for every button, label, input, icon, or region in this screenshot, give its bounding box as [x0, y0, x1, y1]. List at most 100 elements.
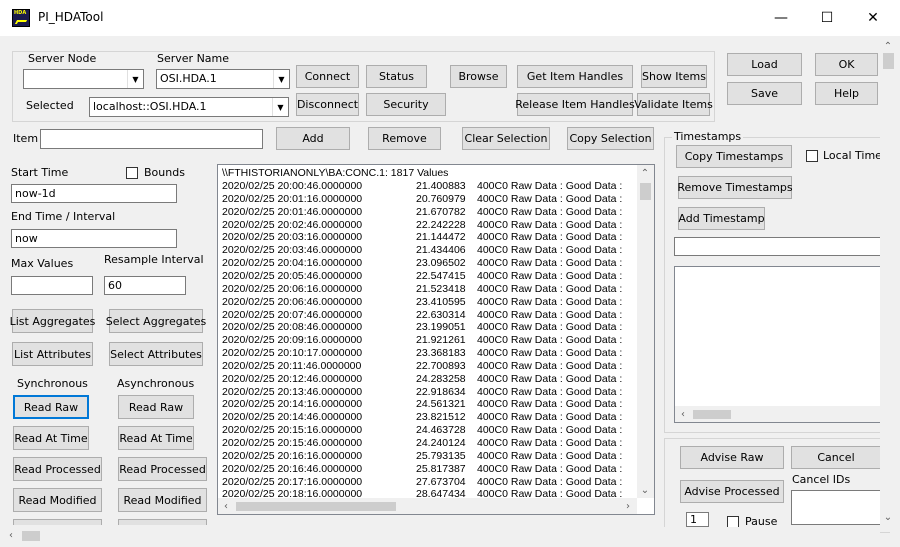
result-quality: 400C0 Raw Data : Good Data :: [477, 218, 623, 231]
results-header: \\FTHISTORIANONLY\BA:CONC.1: 1817 Values: [222, 167, 449, 179]
sync-read-processed-button[interactable]: Read Processed: [13, 457, 102, 481]
timestamp-input[interactable]: [674, 237, 880, 256]
scroll-right-icon[interactable]: ›: [620, 498, 636, 514]
window-hscroll[interactable]: ‹: [0, 527, 880, 544]
list-aggregates-button[interactable]: List Aggregates: [10, 309, 95, 333]
result-value: 23.199051: [416, 321, 466, 334]
window-vscroll[interactable]: ⌃ ⌄: [880, 36, 897, 527]
minimize-button[interactable]: —: [758, 0, 804, 36]
cancel-button[interactable]: Cancel: [791, 446, 880, 469]
add-item-button[interactable]: Add: [276, 127, 350, 150]
local-time-label: Local Time: [823, 149, 882, 162]
result-timestamp: 2020/02/25 20:06:46.0000000: [222, 295, 363, 308]
result-value: 22.547415: [416, 269, 466, 282]
show-items-button[interactable]: Show Items: [641, 65, 707, 88]
advise-processed-button[interactable]: Advise Processed: [680, 480, 784, 503]
scroll-up-icon[interactable]: ⌃: [880, 38, 896, 54]
bounds-checkbox[interactable]: [126, 167, 138, 179]
result-value: 21.523418: [416, 282, 466, 295]
window-vscroll-thumb[interactable]: [883, 53, 894, 69]
browse-button[interactable]: Browse: [450, 65, 507, 88]
sync-read-modified-button[interactable]: Read Modified: [13, 488, 102, 512]
results-listbox[interactable]: \\FTHISTORIANONLY\BA:CONC.1: 1817 Values…: [217, 164, 655, 515]
count-input[interactable]: 1: [686, 512, 709, 527]
list-attributes-button[interactable]: List Attributes: [12, 342, 93, 366]
select-attributes-button[interactable]: Select Attributes: [109, 342, 203, 366]
release-item-handles-button[interactable]: Release Item Handles: [515, 93, 635, 116]
cancel-ids-label: Cancel IDs: [792, 473, 851, 486]
window-hscroll-thumb[interactable]: [22, 531, 40, 541]
get-item-handles-button[interactable]: Get Item Handles: [517, 65, 633, 88]
result-quality: 400C0 Raw Data : Good Data :: [477, 411, 623, 424]
async-next-button[interactable]: [118, 519, 207, 525]
results-vscroll[interactable]: ⌃ ⌄: [637, 165, 654, 498]
status-button[interactable]: Status: [366, 65, 427, 88]
chevron-down-icon[interactable]: ▼: [272, 98, 288, 116]
start-time-label: Start Time: [11, 166, 69, 179]
result-value: 27.673704: [416, 475, 466, 488]
disconnect-button[interactable]: Disconnect: [296, 93, 359, 116]
connect-button[interactable]: Connect: [296, 65, 359, 88]
validate-items-button[interactable]: Validate Items: [634, 93, 713, 116]
ok-button[interactable]: OK: [815, 53, 878, 76]
result-timestamp: 2020/02/25 20:01:16.0000000: [222, 192, 363, 205]
results-hscroll[interactable]: ‹ ›: [218, 498, 637, 514]
hscroll-thumb[interactable]: [236, 502, 396, 511]
async-read-modified-button[interactable]: Read Modified: [118, 488, 207, 512]
scroll-down-icon[interactable]: ⌄: [880, 509, 896, 525]
selected-label: Selected: [26, 99, 74, 112]
server-name-combo[interactable]: OSI.HDA.1 ▼: [156, 69, 290, 89]
sync-read-raw-button[interactable]: Read Raw: [13, 395, 89, 419]
remove-timestamps-button[interactable]: Remove Timestamps: [677, 176, 793, 199]
copy-timestamps-button[interactable]: Copy Timestamps: [676, 145, 792, 168]
add-timestamp-button[interactable]: Add Timestamp: [678, 207, 765, 230]
asynchronous-label: Asynchronous: [117, 377, 195, 390]
sync-next-button[interactable]: [13, 519, 102, 525]
async-read-at-time-button[interactable]: Read At Time: [118, 426, 194, 450]
vscroll-thumb[interactable]: [640, 183, 651, 200]
end-time-input[interactable]: now: [11, 229, 177, 248]
item-input[interactable]: [40, 129, 263, 149]
result-timestamp: 2020/02/25 20:07:46.0000000: [222, 308, 363, 321]
load-button[interactable]: Load: [727, 53, 802, 76]
result-quality: 400C0 Raw Data : Good Data :: [477, 424, 623, 437]
sync-read-at-time-button[interactable]: Read At Time: [13, 426, 89, 450]
result-value: 21.670782: [416, 205, 466, 218]
result-quality: 400C0 Raw Data : Good Data :: [477, 437, 623, 449]
select-aggregates-button[interactable]: Select Aggregates: [106, 309, 206, 333]
scroll-left-icon[interactable]: ‹: [675, 406, 691, 422]
timestamps-listbox[interactable]: ‹: [674, 266, 880, 423]
result-timestamp: 2020/02/25 20:03:46.0000000: [222, 244, 363, 257]
security-button[interactable]: Security: [366, 93, 446, 116]
timestamps-hscroll[interactable]: ‹: [675, 406, 880, 422]
scroll-left-icon[interactable]: ‹: [218, 498, 234, 514]
result-timestamp: 2020/02/25 20:12:46.0000000: [222, 372, 363, 385]
copy-selection-button[interactable]: Copy Selection: [567, 127, 654, 150]
hscroll-thumb[interactable]: [693, 410, 731, 419]
result-value: 23.410595: [416, 295, 466, 308]
cancel-ids-input[interactable]: [791, 490, 880, 525]
close-button[interactable]: ✕: [850, 0, 896, 36]
advise-raw-button[interactable]: Advise Raw: [680, 446, 784, 469]
server-node-combo[interactable]: ▼: [23, 69, 144, 89]
selected-server-combo[interactable]: localhost::OSI.HDA.1 ▼: [89, 97, 289, 117]
local-time-checkbox[interactable]: [806, 150, 818, 162]
result-value: 21.400883: [416, 180, 466, 192]
async-read-processed-button[interactable]: Read Processed: [118, 457, 207, 481]
async-read-raw-button[interactable]: Read Raw: [118, 395, 194, 419]
scroll-up-icon[interactable]: ⌃: [637, 165, 653, 181]
resample-interval-input[interactable]: 60: [104, 276, 186, 295]
save-button[interactable]: Save: [727, 82, 802, 105]
result-quality: 400C0 Raw Data : Good Data :: [477, 257, 623, 270]
remove-item-button[interactable]: Remove: [368, 127, 441, 150]
clear-selection-button[interactable]: Clear Selection: [462, 127, 550, 150]
maximize-button[interactable]: ☐: [804, 0, 850, 36]
max-values-input[interactable]: [11, 276, 93, 295]
help-button[interactable]: Help: [815, 82, 878, 105]
end-time-label: End Time / Interval: [11, 210, 116, 223]
chevron-down-icon[interactable]: ▼: [127, 70, 143, 88]
scroll-down-icon[interactable]: ⌄: [637, 482, 653, 498]
start-time-input[interactable]: now-1d: [11, 184, 177, 203]
scroll-left-icon[interactable]: ‹: [3, 527, 19, 543]
chevron-down-icon[interactable]: ▼: [273, 70, 289, 88]
